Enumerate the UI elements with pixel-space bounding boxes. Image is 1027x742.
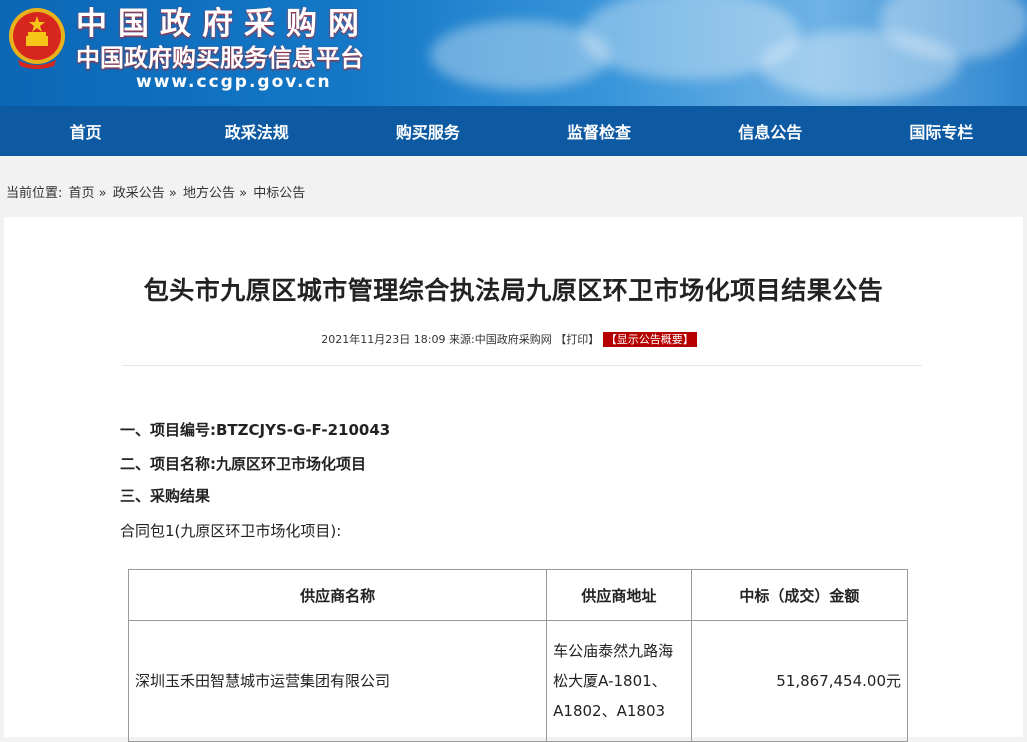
supplier-name-cell: 深圳玉禾田智慧城市运营集团有限公司 (127, 620, 548, 742)
nav-item-announcements[interactable]: 信息公告 (685, 119, 855, 143)
breadcrumb-procurement-notices[interactable]: 政采公告 » (113, 186, 177, 201)
breadcrumb-prefix: 当前位置: (6, 186, 63, 201)
site-url[interactable]: www.ccgp.gov.cn (136, 72, 332, 92)
platform-name[interactable]: 中国政府购买服务信息平台 (76, 43, 364, 73)
table-header-row: 供应商名称 供应商地址 中标（成交）金额 (127, 569, 909, 621)
show-summary-button[interactable]: 【显示公告概要】 (602, 332, 697, 347)
nav-item-purchase-services[interactable]: 购买服务 (343, 119, 513, 143)
national-emblem-icon[interactable] (6, 6, 68, 70)
project-number-label: 一、项目编号: (120, 421, 216, 439)
main-nav: 首页 政采法规 购买服务 监督检查 信息公告 国际专栏 (0, 106, 1027, 156)
nav-item-international[interactable]: 国际专栏 (856, 119, 1026, 143)
article-source: 中国政府采购网 (474, 333, 552, 346)
table-row: 深圳玉禾田智慧城市运营集团有限公司 车公庙泰然九路海松大厦A-1801、A180… (127, 620, 909, 742)
article-datetime: 2021年11月23日 18:09 (321, 333, 446, 346)
project-name-value: 九原区环卫市场化项目 (216, 455, 367, 473)
procurement-result-heading: 三、采购结果 (120, 487, 211, 505)
contract-package-label: 合同包1(九原区环卫市场化项目): (120, 522, 342, 540)
header-supplier-address: 供应商地址 (546, 569, 692, 621)
header-award-amount: 中标（成交）金额 (690, 569, 909, 621)
nav-item-home[interactable]: 首页 (1, 119, 171, 143)
site-name[interactable]: 中国政府采购网 (76, 4, 370, 44)
article-title: 包头市九原区城市管理综合执法局九原区环卫市场化项目结果公告 (143, 276, 884, 305)
article-meta: 2021年11月23日 18:09 来源:中国政府采购网 【打印】 【显示公告概… (4, 331, 1014, 347)
divider (122, 365, 922, 366)
breadcrumb-award-notices[interactable]: 中标公告 (253, 186, 305, 201)
header-supplier-name: 供应商名称 (127, 569, 548, 621)
article-container: 包头市九原区城市管理综合执法局九原区环卫市场化项目结果公告 2021年11月23… (4, 217, 1023, 742)
project-name-line: 二、项目名称:九原区环卫市场化项目 (120, 453, 366, 474)
award-amount-cell: 51,867,454.00元 (690, 620, 909, 742)
supplier-address-cell: 车公庙泰然九路海松大厦A-1801、A1802、A1803 (546, 620, 692, 742)
breadcrumb-home[interactable]: 首页 » (69, 186, 107, 201)
project-number-line: 一、项目编号:BTZCJYS-G-F-210043 (120, 419, 390, 440)
project-number-value: BTZCJYS-G-F-210043 (216, 421, 391, 439)
source-label: 来源: (448, 333, 475, 346)
nav-item-regulations[interactable]: 政采法规 (172, 119, 342, 143)
site-header: 中国政府采购网 中国政府购买服务信息平台 www.ccgp.gov.cn (0, 0, 1027, 106)
result-table: 供应商名称 供应商地址 中标（成交）金额 深圳玉禾田智慧城市运营集团有限公司 车… (127, 569, 909, 742)
breadcrumb-local-notices[interactable]: 地方公告 » (183, 186, 247, 201)
nav-item-supervision[interactable]: 监督检查 (514, 119, 684, 143)
project-name-label: 二、项目名称: (120, 455, 216, 473)
print-link[interactable]: 【打印】 (555, 333, 599, 346)
breadcrumb: 当前位置: 首页 » 政采公告 » 地方公告 » 中标公告 (0, 156, 1027, 214)
